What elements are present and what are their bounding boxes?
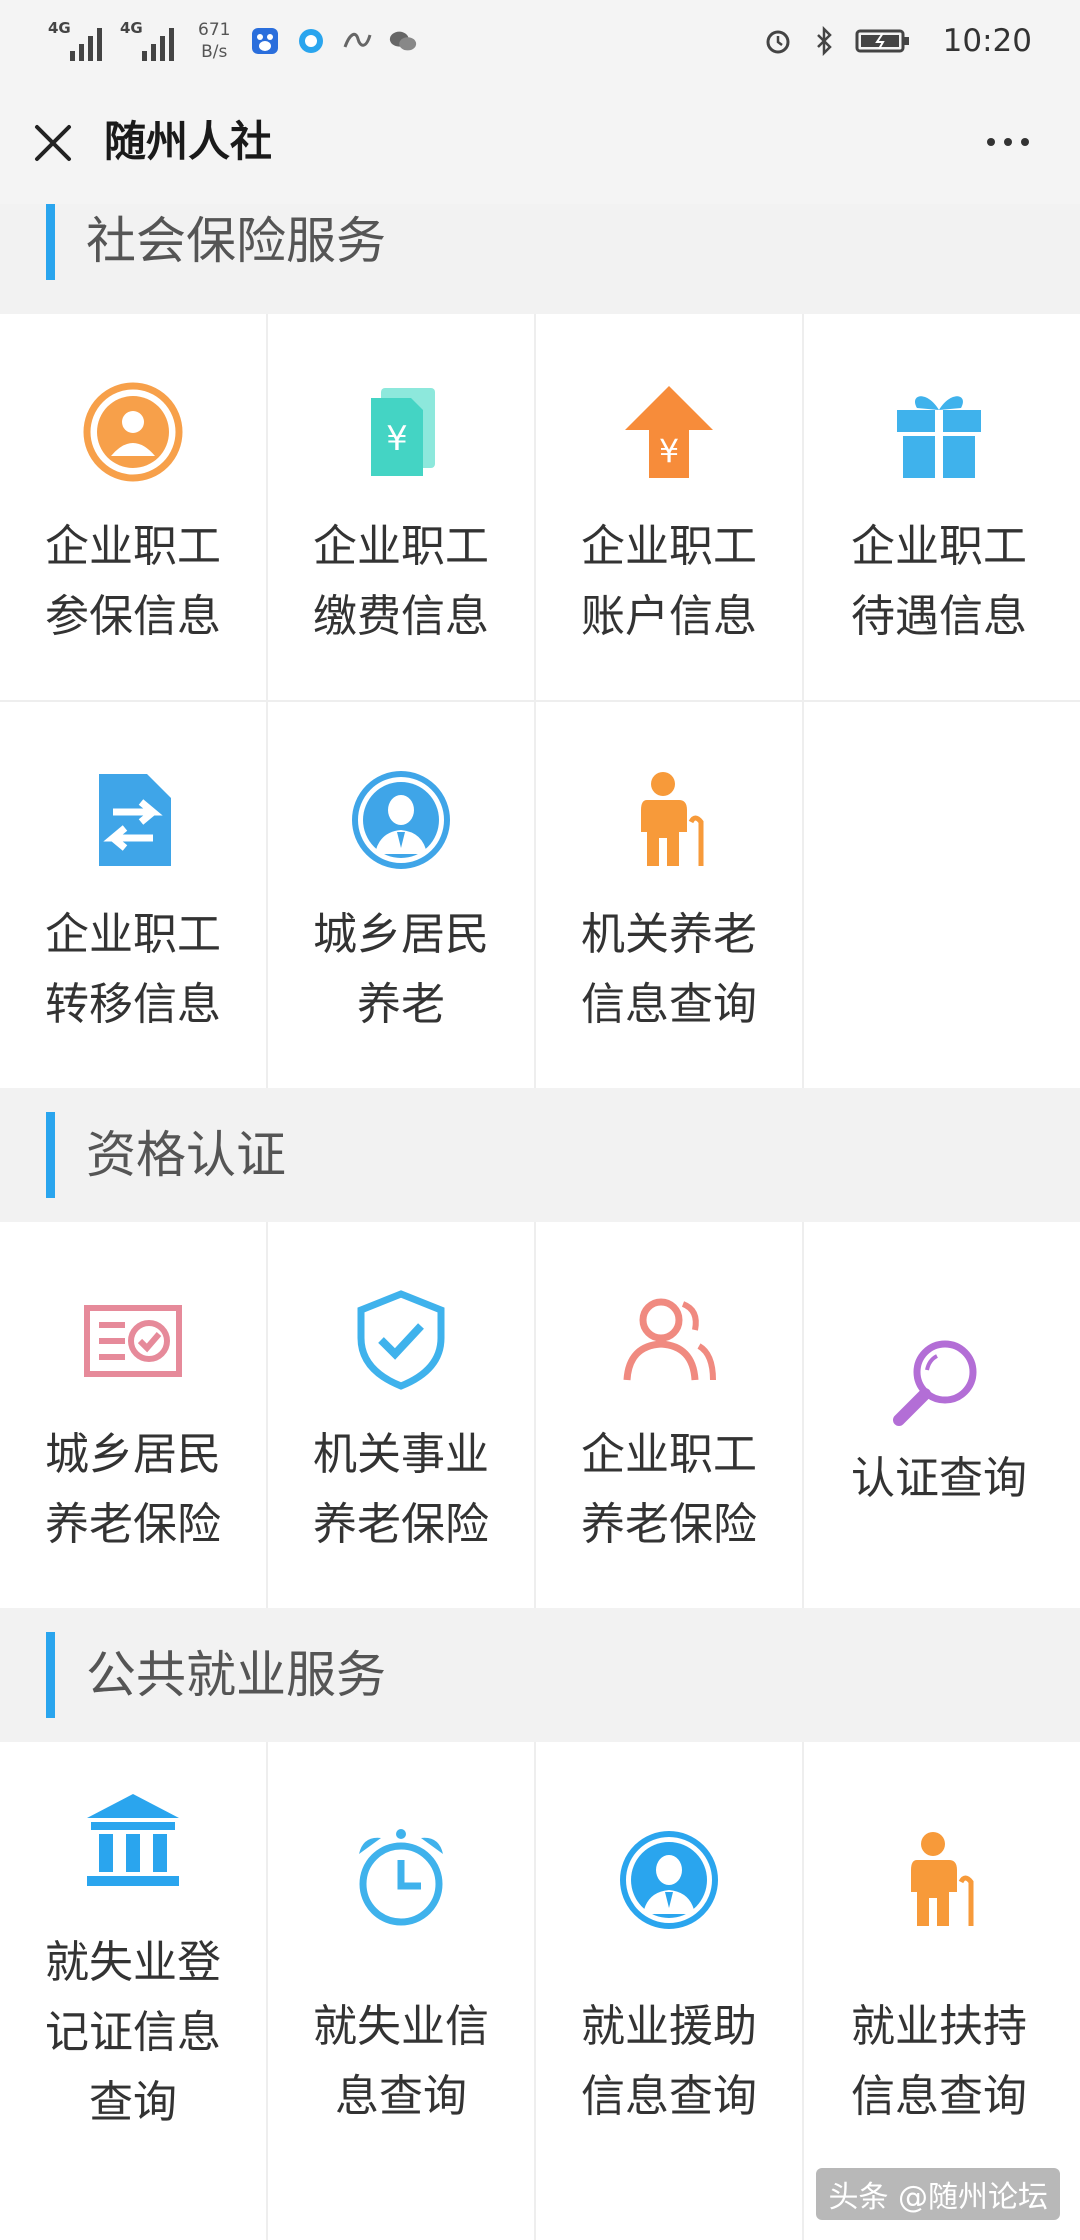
xuexi-icon <box>342 26 372 56</box>
wechat-icon <box>388 26 418 56</box>
service-label: 认证查询 <box>851 1453 1027 1504</box>
svg-text:¥: ¥ <box>386 419 408 459</box>
service-label: 企业职工 待遇信息 <box>851 521 1027 642</box>
network-type-1: 4G <box>48 19 71 37</box>
section-header-social-insurance: 社会保险服务 <box>0 204 1080 314</box>
service-row: 城乡居民 养老保险 机关事业 养老保险 企业职工 养老保险 认证查询 <box>0 1222 1080 1608</box>
service-label: 城乡居民 养老保险 <box>45 1429 221 1550</box>
service-employment-support[interactable]: 就业扶持 信息查询 <box>804 1742 1074 2240</box>
network-speed: 671 B/s <box>198 19 230 63</box>
users-icon <box>623 1298 716 1381</box>
shield-check-icon <box>357 1290 445 1390</box>
network-speed-unit: B/s <box>201 42 228 62</box>
service-row: 企业职工 参保信息 ¥ 企业职工 缴费信息 ¥ 企业职工 账户信息 企业职工 待… <box>0 314 1080 700</box>
network-type-2: 4G <box>120 19 143 37</box>
title-bar: 随州人社 <box>0 82 1080 204</box>
service-label: 企业职工 参保信息 <box>45 521 221 642</box>
section-title: 公共就业服务 <box>86 1646 386 1704</box>
service-urban-rural-pension[interactable]: 城乡居民 养老 <box>268 702 536 1088</box>
service-enterprise-benefits[interactable]: 企业职工 待遇信息 <box>804 314 1074 700</box>
service-row: 企业职工 转移信息 城乡居民 养老 机关养老 信息查询 <box>0 700 1080 1088</box>
service-label: 企业职工 养老保险 <box>581 1429 757 1550</box>
service-cert-government[interactable]: 机关事业 养老保险 <box>268 1222 536 1608</box>
magnifier-icon <box>893 1340 977 1426</box>
more-button[interactable] <box>978 122 1038 162</box>
more-icon <box>987 138 995 146</box>
yuan-document-icon: ¥ <box>371 388 435 476</box>
battery-icon <box>855 26 911 56</box>
worker-avatar-icon <box>620 1831 718 1929</box>
svg-text:¥: ¥ <box>659 432 679 470</box>
service-label: 就业扶持 信息查询 <box>851 2001 1027 2122</box>
clock-time: 10:20 <box>942 23 1032 59</box>
service-government-pension-query[interactable]: 机关养老 信息查询 <box>536 702 804 1088</box>
service-label: 企业职工 转移信息 <box>45 909 221 1030</box>
watermark: 头条 @随州论坛 <box>816 2168 1060 2220</box>
yuan-arrow-icon: ¥ <box>625 386 713 478</box>
service-cert-query[interactable]: 认证查询 <box>804 1222 1074 1608</box>
close-icon <box>35 125 71 161</box>
service-enterprise-account[interactable]: ¥ 企业职工 账户信息 <box>536 314 804 700</box>
service-label: 就失业信 息查询 <box>313 2001 489 2122</box>
service-label: 机关事业 养老保险 <box>313 1429 489 1550</box>
certificate-icon <box>84 1305 182 1377</box>
bank-building-icon <box>87 1794 179 1886</box>
page-title: 随州人社 <box>104 117 273 166</box>
section-header-qualification: 资格认证 <box>0 1088 1080 1222</box>
bluetooth-icon <box>809 26 839 56</box>
service-label: 城乡居民 养老 <box>313 909 489 1030</box>
service-enterprise-payment[interactable]: ¥ 企业职工 缴费信息 <box>268 314 536 700</box>
service-label: 就业援助 信息查询 <box>581 2001 757 2122</box>
elderly-person-icon <box>641 772 704 866</box>
close-button[interactable] <box>28 118 78 168</box>
signal-icon: 4G <box>120 19 174 61</box>
browser-icon <box>296 26 326 56</box>
transfer-document-icon <box>99 774 171 866</box>
status-bar: 4G 4G 671 B/s 10:20 <box>0 0 1080 82</box>
service-cert-enterprise[interactable]: 企业职工 养老保险 <box>536 1222 804 1608</box>
service-label: 机关养老 信息查询 <box>581 909 757 1030</box>
elderly-person-icon <box>911 1832 974 1926</box>
empty-cell <box>804 702 1074 1088</box>
content-area[interactable]: 社会保险服务 企业职工 参保信息 ¥ 企业职工 缴费信息 ¥ 企业职工 账户信息… <box>0 204 1080 2240</box>
baidu-icon <box>250 26 280 56</box>
service-unemployment-registration[interactable]: 就失业登 记证信息 查询 <box>0 1742 268 2240</box>
alarm-icon <box>763 26 793 56</box>
service-label: 企业职工 缴费信息 <box>313 521 489 642</box>
service-unemployment-info[interactable]: 就失业信 息查询 <box>268 1742 536 2240</box>
service-enterprise-enrollment[interactable]: 企业职工 参保信息 <box>0 314 268 700</box>
section-title: 资格认证 <box>86 1126 286 1184</box>
person-circle-icon <box>83 382 183 482</box>
signal-icon: 4G <box>48 19 102 61</box>
section-header-employment: 公共就业服务 <box>0 1608 1080 1742</box>
service-enterprise-transfer[interactable]: 企业职工 转移信息 <box>0 702 268 1088</box>
service-employment-assistance[interactable]: 就业援助 信息查询 <box>536 1742 804 2240</box>
service-row: 就失业登 记证信息 查询 就失业信 息查询 就业援助 信息查询 就业扶持 信息查… <box>0 1742 1080 2240</box>
network-speed-value: 671 <box>198 20 231 40</box>
service-label: 就失业登 记证信息 查询 <box>45 1937 221 2128</box>
resident-avatar-icon <box>352 771 450 869</box>
gift-icon <box>897 396 981 478</box>
service-cert-urban-rural[interactable]: 城乡居民 养老保险 <box>0 1222 268 1608</box>
section-title: 社会保险服务 <box>86 212 386 270</box>
alarm-clock-icon <box>359 1829 443 1926</box>
service-label: 企业职工 账户信息 <box>581 521 757 642</box>
